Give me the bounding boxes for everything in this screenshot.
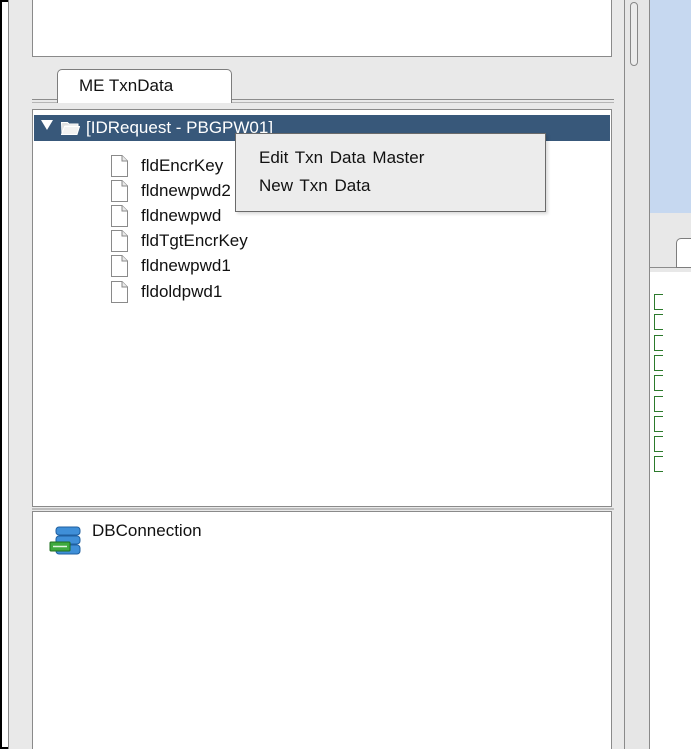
context-menu: Edit Txn Data Master New Txn Data bbox=[235, 133, 546, 212]
panel-divider bbox=[32, 508, 614, 510]
database-icon[interactable] bbox=[48, 526, 83, 556]
list-item-marker-icon bbox=[654, 375, 663, 392]
db-connection-panel bbox=[32, 511, 612, 749]
tree-expand-arrow-icon[interactable] bbox=[41, 120, 53, 130]
file-icon bbox=[111, 180, 128, 202]
file-icon bbox=[111, 155, 128, 177]
menu-item-edit-txn-data-master[interactable]: Edit Txn Data Master bbox=[236, 146, 545, 172]
tab-me-txndata[interactable]: ME TxnData bbox=[57, 69, 232, 103]
splitter-handle[interactable] bbox=[630, 2, 638, 66]
tree-leaf-label: fldoldpwd1 bbox=[141, 282, 223, 301]
tree-leaf-label: fldnewpwd1 bbox=[141, 256, 231, 275]
file-icon bbox=[111, 281, 128, 303]
list-item-marker-icon bbox=[654, 395, 663, 412]
db-connection-label[interactable]: DBConnection bbox=[92, 520, 202, 542]
menu-item-new-txn-data[interactable]: New Txn Data bbox=[236, 174, 545, 200]
list-item-marker-icon bbox=[654, 294, 663, 310]
file-icon bbox=[111, 230, 128, 252]
folder-open-icon bbox=[61, 122, 80, 135]
list-item-marker-icon bbox=[654, 456, 663, 473]
tree-leaf-label: fldnewpwd2 bbox=[141, 181, 231, 200]
tree-leaf-label: fldnewpwd bbox=[141, 206, 222, 225]
right-pane-tab[interactable] bbox=[676, 238, 691, 268]
list-item-marker-icon bbox=[654, 354, 663, 371]
right-top-panel bbox=[649, 0, 691, 213]
splitter[interactable] bbox=[624, 0, 649, 749]
tree-leaf-label: fldEncrKey bbox=[141, 156, 224, 175]
file-icon bbox=[111, 205, 128, 227]
file-icon bbox=[111, 255, 128, 277]
list-item-marker-icon bbox=[654, 436, 663, 453]
list-item-marker-icon bbox=[654, 415, 663, 432]
list-item-marker-icon bbox=[654, 314, 663, 331]
list-item-marker-icon bbox=[654, 334, 663, 351]
top-panel bbox=[32, 0, 612, 57]
tree-leaf-label: fldTgtEncrKey bbox=[141, 231, 248, 250]
